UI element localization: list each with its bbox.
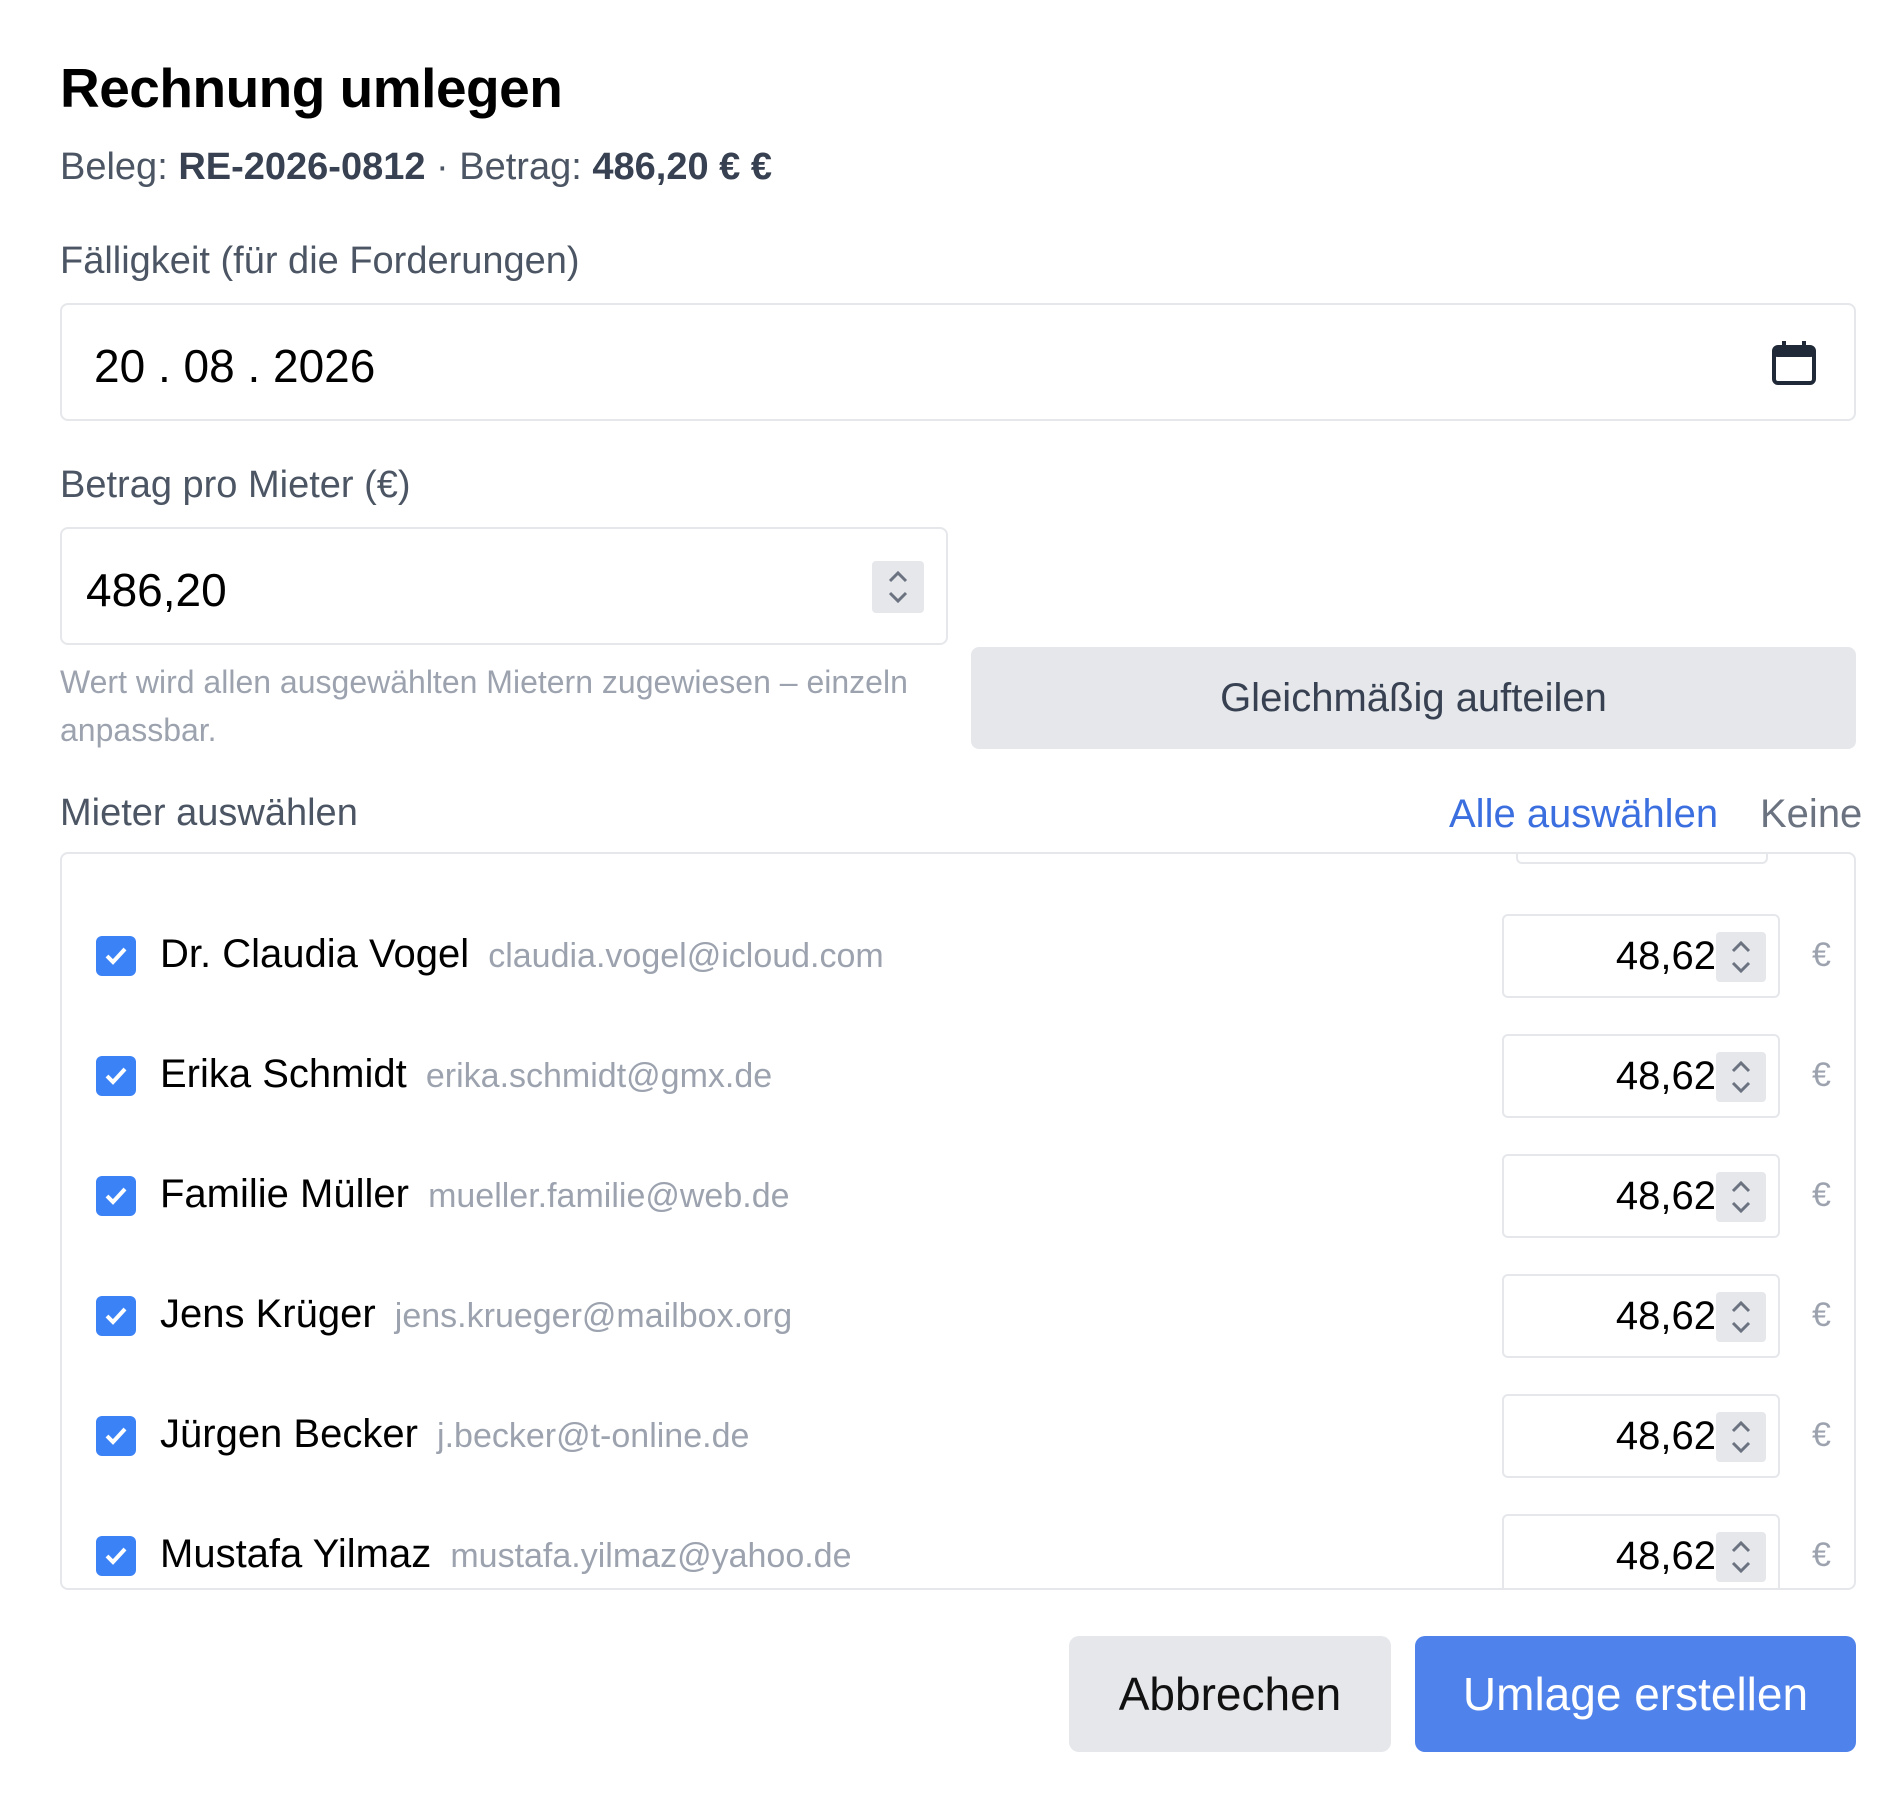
currency-label: € <box>1812 1416 1831 1454</box>
tenant-email: j.becker@t-online.de <box>437 1417 750 1455</box>
tenant-amount-stepper[interactable] <box>1716 1172 1766 1222</box>
checkmark-icon <box>105 1187 127 1205</box>
currency-label: € <box>1812 1536 1831 1574</box>
tenant-amount-stepper[interactable] <box>1716 1292 1766 1342</box>
tenant-row: Jens Krüger jens.krueger@mailbox.org 48,… <box>62 1266 1854 1366</box>
tenant-amount-input[interactable]: 48,62 <box>1502 1514 1780 1588</box>
amount-per-tenant-label: Betrag pro Mieter (€) <box>60 464 411 506</box>
tenant-amount-stepper[interactable] <box>1716 1532 1766 1582</box>
tenant-checkbox[interactable] <box>96 1536 136 1576</box>
checkmark-icon <box>105 947 127 965</box>
tenant-amount: 48,62 <box>1615 1054 1716 1098</box>
tenant-amount: 48,62 <box>1615 1534 1716 1578</box>
tenant-amount: 48,62 <box>1615 934 1716 978</box>
calendar-icon[interactable] <box>1770 339 1818 387</box>
tenant-checkbox[interactable] <box>96 1056 136 1096</box>
beleg-label: Beleg: <box>60 146 168 188</box>
tenant-amount-input[interactable]: 48,62 <box>1502 1274 1780 1358</box>
due-date-label: Fälligkeit (für die Forderungen) <box>60 240 580 282</box>
tenant-amount-stepper[interactable] <box>1716 1052 1766 1102</box>
amount-per-tenant-input[interactable]: 486,20 <box>60 527 948 645</box>
tenant-name: Erika Schmidt <box>160 1052 407 1096</box>
amount-hint: Wert wird allen ausgewählten Mietern zug… <box>60 664 908 748</box>
checkmark-icon <box>105 1547 127 1565</box>
tenant-amount-stepper[interactable] <box>1716 932 1766 982</box>
tenant-name: Mustafa Yilmaz <box>160 1532 432 1576</box>
tenant-email: mueller.familie@web.de <box>428 1177 790 1215</box>
invoice-summary: Beleg: RE-2026-0812 · Betrag: 486,20 € € <box>60 146 772 189</box>
select-all-link[interactable]: Alle auswählen <box>1449 792 1718 837</box>
tenant-checkbox[interactable] <box>96 936 136 976</box>
dialog-title: Rechnung umlegen <box>60 57 563 119</box>
stepper-arrows-icon <box>1731 940 1751 974</box>
tenant-row: Dr. Claudia Vogel claudia.vogel@icloud.c… <box>62 906 1854 1006</box>
split-evenly-button[interactable]: Gleichmäßig aufteilen <box>971 647 1856 749</box>
currency-label: € <box>1812 1056 1831 1094</box>
tenant-amount: 48,62 <box>1615 1414 1716 1458</box>
betrag-label: Betrag: <box>459 146 582 188</box>
tenants-label: Mieter auswählen <box>60 792 358 834</box>
tenant-amount-input[interactable]: 48,62 <box>1502 1034 1780 1118</box>
tenant-checkbox[interactable] <box>96 1176 136 1216</box>
stepper-arrows-icon <box>1731 1300 1751 1334</box>
select-none-link[interactable]: Keine <box>1760 792 1862 837</box>
tenant-amount: 48,62 <box>1615 1294 1716 1338</box>
tenant-email: mustafa.yilmaz@yahoo.de <box>450 1537 852 1575</box>
tenant-name: Jürgen Becker <box>160 1412 418 1456</box>
stepper-arrows-icon <box>1731 1540 1751 1574</box>
beleg-value: RE-2026-0812 <box>178 146 426 188</box>
tenant-checkbox[interactable] <box>96 1416 136 1456</box>
stepper-arrows-icon <box>1731 1060 1751 1094</box>
tenant-name: Dr. Claudia Vogel <box>160 932 470 976</box>
tenant-row: Mustafa Yilmaz mustafa.yilmaz@yahoo.de 4… <box>62 1506 1854 1588</box>
due-date-value: 20 . 08 . 2026 <box>94 340 376 392</box>
cancel-button[interactable]: Abbrechen <box>1069 1636 1391 1752</box>
tenant-amount-input[interactable]: 48,62 <box>1502 914 1780 998</box>
tenant-amount-input[interactable]: 48,62 <box>1502 1154 1780 1238</box>
tenant-row: Erika Schmidt erika.schmidt@gmx.de 48,62… <box>62 1026 1854 1126</box>
create-allocation-button[interactable]: Umlage erstellen <box>1415 1636 1856 1752</box>
currency-label: € <box>1812 1176 1831 1214</box>
checkmark-icon <box>105 1067 127 1085</box>
tenant-list[interactable]: Dr. Claudia Vogel claudia.vogel@icloud.c… <box>60 852 1856 1590</box>
tenant-name: Jens Krüger <box>160 1292 376 1336</box>
currency-label: € <box>1812 936 1831 974</box>
split-invoice-dialog: Rechnung umlegen Beleg: RE-2026-0812 · B… <box>0 0 1898 1794</box>
checkmark-icon <box>105 1427 127 1445</box>
amount-per-tenant-value: 486,20 <box>86 564 227 616</box>
currency-label: € <box>1812 1296 1831 1334</box>
due-date-input[interactable]: 20 . 08 . 2026 <box>60 303 1856 421</box>
checkmark-icon <box>105 1307 127 1325</box>
tenant-amount-input[interactable]: 48,62 <box>1502 1394 1780 1478</box>
tenant-email: jens.krueger@mailbox.org <box>394 1297 793 1335</box>
stepper-arrows-icon <box>888 570 908 604</box>
tenant-amount: 48,62 <box>1615 1174 1716 1218</box>
tenant-row: Jürgen Becker j.becker@t-online.de 48,62… <box>62 1386 1854 1486</box>
tenant-email: erika.schmidt@gmx.de <box>425 1057 773 1095</box>
stepper-arrows-icon <box>1731 1180 1751 1214</box>
tenant-amount-stepper[interactable] <box>1716 1412 1766 1462</box>
tenant-checkbox[interactable] <box>96 1296 136 1336</box>
partial-amount-input <box>1516 854 1768 864</box>
tenant-email: claudia.vogel@icloud.com <box>488 937 884 975</box>
tenant-name: Familie Müller <box>160 1172 409 1216</box>
summary-separator: · <box>436 146 449 188</box>
tenant-row: Familie Müller mueller.familie@web.de 48… <box>62 1146 1854 1246</box>
betrag-value: 486,20 € € <box>592 146 772 188</box>
stepper-arrows-icon <box>1731 1420 1751 1454</box>
amount-stepper[interactable] <box>872 561 924 613</box>
